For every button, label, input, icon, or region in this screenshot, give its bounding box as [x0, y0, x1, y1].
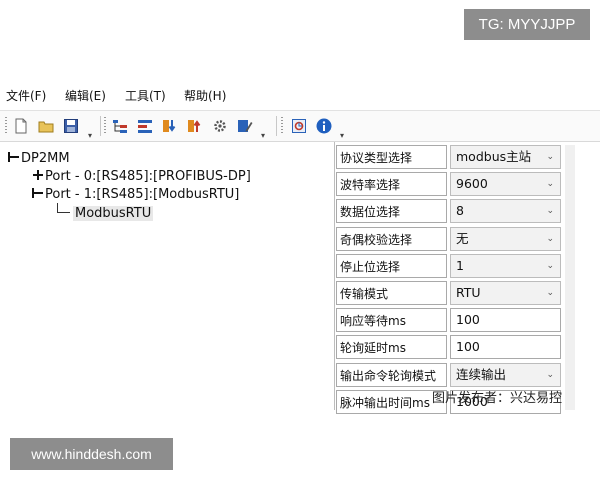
property-grid-scrollbar[interactable] — [565, 145, 575, 410]
collapse-icon[interactable] — [8, 151, 20, 163]
info-icon[interactable] — [316, 118, 332, 134]
property-select[interactable]: 无 ⌄ — [450, 227, 561, 251]
toolbar-grip[interactable] — [104, 117, 106, 135]
property-row: 传输模式 RTU ⌄ — [336, 281, 564, 307]
chevron-down-icon[interactable]: ⌄ — [546, 282, 554, 304]
chevron-down-icon[interactable]: ⌄ — [546, 228, 554, 250]
property-value: 100 — [456, 339, 480, 354]
property-label: 传输模式 — [336, 281, 447, 305]
property-row: 协议类型选择 modbus主站 ⌄ — [336, 145, 564, 171]
property-select[interactable]: 1 ⌄ — [450, 254, 561, 278]
property-label: 数据位选择 — [336, 199, 447, 223]
config-list-icon[interactable] — [137, 118, 153, 134]
property-row: 波特率选择 9600 ⌄ — [336, 172, 564, 198]
toolbar-overflow-icon[interactable]: ▾ — [88, 131, 92, 140]
new-file-icon[interactable] — [13, 118, 29, 134]
watermark-top: TG: MYYJJPP — [464, 9, 590, 40]
property-select[interactable]: 8 ⌄ — [450, 199, 561, 223]
toolbar-overflow-icon[interactable]: ▾ — [340, 131, 344, 140]
tree-node-modbusrtu[interactable]: ModbusRTU — [57, 203, 154, 223]
property-row: 轮询延时ms 100 — [336, 335, 564, 361]
toolbar-grip[interactable] — [281, 117, 283, 135]
toolbar-separator — [100, 116, 101, 136]
property-label: 停止位选择 — [336, 254, 447, 278]
download-icon[interactable] — [162, 118, 178, 134]
property-label: 波特率选择 — [336, 172, 447, 196]
chevron-down-icon[interactable]: ⌄ — [546, 173, 554, 195]
property-value: 9600 — [456, 176, 488, 191]
property-value: modbus主站 — [456, 149, 532, 164]
menu-file[interactable]: 文件(F) — [6, 86, 46, 106]
config-tree-icon[interactable] — [112, 118, 128, 134]
menu-bar: 文件(F) 编辑(E) 工具(T) 帮助(H) — [0, 86, 600, 108]
property-value: RTU — [456, 285, 481, 300]
edit-icon[interactable] — [237, 118, 253, 134]
expand-icon[interactable] — [32, 169, 44, 181]
tree-node-port0[interactable]: Port - 0:[RS485]:[PROFIBUS-DP] — [32, 168, 251, 186]
property-select[interactable]: modbus主站 ⌄ — [450, 145, 561, 169]
property-row: 停止位选择 1 ⌄ — [336, 254, 564, 280]
chevron-down-icon[interactable]: ⌄ — [546, 200, 554, 222]
toolbar-grip[interactable] — [5, 117, 7, 135]
property-row: 输出命令轮询模式 连续输出 ⌄ — [336, 363, 564, 389]
property-value: 8 — [456, 203, 464, 218]
settings-icon[interactable] — [212, 118, 228, 134]
menu-help[interactable]: 帮助(H) — [184, 86, 226, 106]
property-select[interactable]: 连续输出 ⌄ — [450, 363, 561, 387]
menu-edit[interactable]: 编辑(E) — [65, 86, 106, 106]
toolbar-separator — [276, 116, 277, 136]
image-credit: 图片发布者：兴达易控 — [432, 391, 563, 406]
property-select[interactable]: 9600 ⌄ — [450, 172, 561, 196]
property-input[interactable]: 100 — [450, 308, 561, 332]
chevron-down-icon[interactable]: ⌄ — [546, 146, 554, 168]
toolbar-overflow-icon[interactable]: ▾ — [261, 131, 265, 140]
open-folder-icon[interactable] — [38, 118, 54, 134]
device-tree: DP2MM Port - 0:[RS485]:[PROFIBUS-DP] Por… — [0, 142, 335, 410]
property-label: 输出命令轮询模式 — [336, 363, 447, 387]
property-label: 响应等待ms — [336, 308, 447, 332]
property-input[interactable]: 100 — [450, 335, 561, 359]
tree-node-root[interactable]: DP2MM — [8, 150, 70, 168]
property-value: 连续输出 — [456, 367, 507, 382]
property-select[interactable]: RTU ⌄ — [450, 281, 561, 305]
property-value: 无 — [456, 231, 469, 246]
chevron-down-icon[interactable]: ⌄ — [546, 364, 554, 386]
property-label: 脉冲输出时间ms — [336, 390, 447, 414]
tree-node-label: Port - 1:[RS485]:[ModbusRTU] — [45, 187, 240, 202]
property-value: 1 — [456, 258, 464, 273]
toolbar: ▾ ▾ ▾ — [0, 110, 600, 142]
chevron-down-icon[interactable]: ⌄ — [546, 255, 554, 277]
watermark-bottom: www.hinddesh.com — [10, 438, 173, 470]
property-label: 协议类型选择 — [336, 145, 447, 169]
tree-node-label: ModbusRTU — [73, 206, 154, 221]
upload-icon[interactable] — [187, 118, 203, 134]
property-label: 轮询延时ms — [336, 335, 447, 359]
property-grid: 协议类型选择 modbus主站 ⌄ 波特率选择 9600 ⌄ 数据位选择 8 ⌄ 奇偶校验选择无 ⌄… — [336, 145, 564, 414]
property-value: 100 — [456, 312, 480, 327]
save-icon[interactable] — [63, 118, 79, 134]
tree-node-label: Port - 0:[RS485]:[PROFIBUS-DP] — [45, 169, 251, 184]
property-row: 奇偶校验选择无 ⌄ — [336, 227, 564, 253]
property-row: 响应等待ms 100 — [336, 308, 564, 334]
menu-tools[interactable]: 工具(T) — [125, 86, 166, 106]
tree-connector — [57, 203, 70, 213]
property-label: 奇偶校验选择 — [336, 227, 447, 251]
property-row: 数据位选择 8 ⌄ — [336, 199, 564, 225]
collapse-icon[interactable] — [32, 187, 44, 199]
tree-node-port1[interactable]: Port - 1:[RS485]:[ModbusRTU] — [32, 186, 239, 204]
tree-node-label: DP2MM — [21, 151, 70, 166]
monitor-icon[interactable] — [291, 118, 307, 134]
